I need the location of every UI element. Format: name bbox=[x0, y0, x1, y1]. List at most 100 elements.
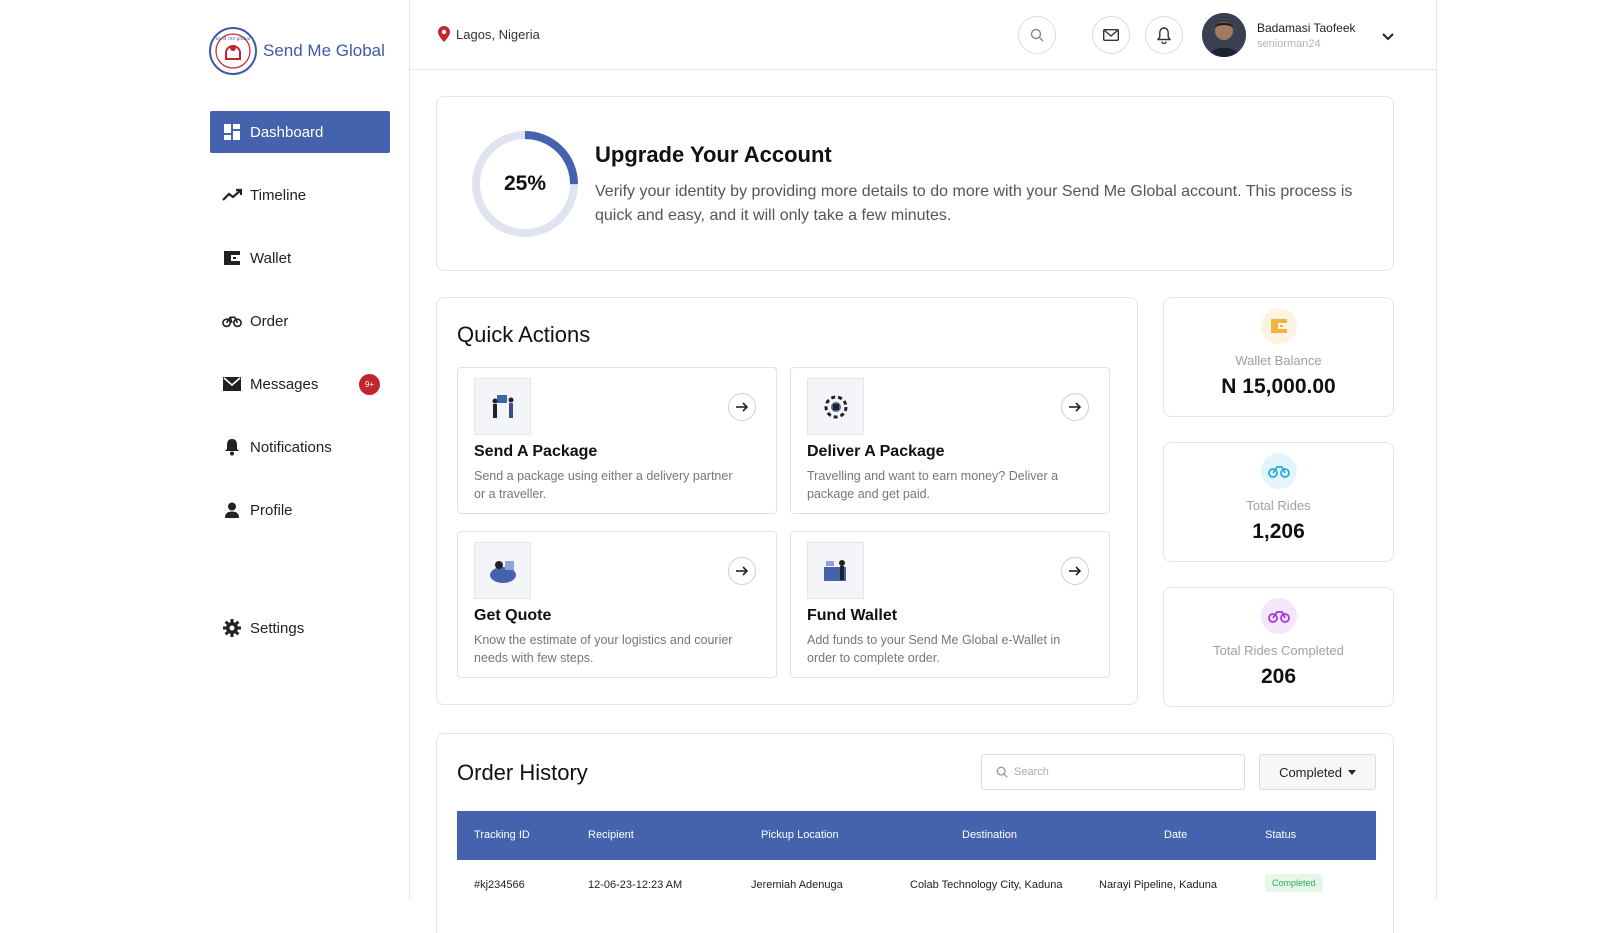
location-pin-icon bbox=[438, 26, 450, 42]
stat-card-total-rides: Total Rides 1,206 bbox=[1163, 442, 1394, 562]
table-row[interactable]: #kj234566 12-06-23-12:23 AM Jeremiah Ade… bbox=[457, 860, 1376, 910]
stat-card-wallet-balance: Wallet Balance N 15,000.00 bbox=[1163, 297, 1394, 417]
brand-logo[interactable]: send me global Send Me Global bbox=[209, 27, 385, 75]
cell-recipient: 12-06-23-12:23 AM bbox=[588, 879, 683, 891]
sidebar-item-messages[interactable]: Messages 9+ bbox=[210, 363, 390, 405]
get-quote-illustration-icon bbox=[474, 542, 531, 599]
fund-wallet-arrow-icon[interactable] bbox=[1061, 557, 1089, 585]
user-menu[interactable]: Badamasi Taofeek seniorman24 bbox=[1202, 13, 1356, 57]
sidebar-item-label: Wallet bbox=[250, 249, 292, 267]
sidebar-item-label: Order bbox=[250, 312, 289, 330]
quick-actions-title: Quick Actions bbox=[457, 322, 591, 347]
search-icon bbox=[1030, 28, 1044, 42]
action-title: Get Quote bbox=[474, 607, 552, 624]
cell-tracking-id: #kj234566 bbox=[474, 879, 525, 891]
user-menu-toggle[interactable] bbox=[1382, 28, 1394, 46]
avatar bbox=[1202, 13, 1246, 57]
action-description: Know the estimate of your logistics and … bbox=[474, 633, 733, 665]
wallet-icon bbox=[1261, 308, 1297, 344]
upgrade-description: Verify your identity by providing more d… bbox=[595, 183, 1353, 224]
mail-icon bbox=[1103, 29, 1119, 41]
get-quote-arrow-icon[interactable] bbox=[728, 557, 756, 585]
person-icon bbox=[222, 500, 242, 520]
location-indicator[interactable]: Lagos, Nigeria bbox=[438, 26, 540, 42]
bell-icon bbox=[222, 437, 242, 457]
progress-label: 25% bbox=[503, 172, 547, 195]
sidebar-item-label: Notifications bbox=[250, 438, 332, 456]
sidebar-item-settings[interactable]: Settings bbox=[210, 607, 390, 649]
action-card-get-quote[interactable]: Get Quote Know the estimate of your logi… bbox=[457, 531, 777, 678]
column-header[interactable]: Tracking ID bbox=[474, 829, 530, 841]
status-badge: Completed bbox=[1265, 874, 1323, 892]
stat-value: 1,206 bbox=[1252, 520, 1305, 543]
send-package-illustration-icon bbox=[474, 378, 531, 435]
search-icon bbox=[996, 766, 1008, 778]
stat-label: Total Rides bbox=[1246, 498, 1311, 513]
caret-down-icon bbox=[1347, 769, 1356, 775]
search-button[interactable] bbox=[1018, 16, 1056, 54]
action-card-deliver-package[interactable]: Deliver A Package Travelling and want to… bbox=[790, 367, 1110, 514]
column-header[interactable]: Destination bbox=[962, 829, 1017, 841]
logo-mark-icon: send me global bbox=[209, 27, 257, 75]
action-description: Add funds to your Send Me Global e-Walle… bbox=[807, 633, 1061, 665]
stat-value: 206 bbox=[1260, 665, 1297, 688]
column-header[interactable]: Recipient bbox=[588, 829, 634, 841]
action-description: Travelling and want to earn money? Deliv… bbox=[807, 469, 1059, 501]
dashboard-icon bbox=[222, 122, 242, 142]
progress-ring: 25% bbox=[471, 130, 579, 238]
wallet-icon bbox=[222, 248, 242, 268]
sidebar-item-timeline[interactable]: Timeline bbox=[210, 174, 390, 216]
cell-date: Narayi Pipeline, Kaduna bbox=[1099, 879, 1218, 891]
sidebar-item-dashboard[interactable]: Dashboard bbox=[210, 111, 390, 153]
column-header[interactable]: Pickup Location bbox=[761, 829, 839, 841]
fund-wallet-illustration-icon bbox=[807, 542, 864, 599]
upgrade-title: Upgrade Your Account bbox=[595, 142, 832, 167]
status-filter-value: Completed bbox=[1279, 764, 1342, 780]
user-name: Badamasi Taofeek bbox=[1257, 20, 1356, 35]
deliver-package-arrow-icon[interactable] bbox=[1061, 393, 1089, 421]
messages-badge: 9+ bbox=[359, 374, 380, 395]
sidebar: send me global Send Me Global Dashboard … bbox=[0, 0, 410, 900]
content-right-border bbox=[1436, 0, 1437, 900]
order-history-title: Order History bbox=[457, 760, 588, 785]
sidebar-item-label: Dashboard bbox=[250, 123, 324, 141]
app-frame: send me global Send Me Global Dashboard … bbox=[0, 0, 1600, 933]
bicycle-icon bbox=[1261, 453, 1297, 489]
quick-actions-panel: Quick Actions Send A Package Send a pack… bbox=[436, 297, 1138, 705]
trend-icon bbox=[222, 185, 242, 205]
user-handle: seniorman24 bbox=[1257, 37, 1321, 50]
sidebar-nav: Dashboard Timeline Wallet Order Messages… bbox=[210, 111, 390, 552]
location-text: Lagos, Nigeria bbox=[456, 26, 540, 42]
bell-icon bbox=[1157, 26, 1171, 44]
stat-label: Wallet Balance bbox=[1235, 353, 1322, 368]
user-meta: Badamasi Taofeek seniorman24 bbox=[1257, 21, 1356, 50]
brand-name: Send Me Global bbox=[263, 41, 385, 60]
sidebar-item-order[interactable]: Order bbox=[210, 300, 390, 342]
sidebar-item-profile[interactable]: Profile bbox=[210, 489, 390, 531]
order-search-input[interactable]: Search bbox=[981, 754, 1245, 790]
search-placeholder: Search bbox=[1014, 766, 1049, 778]
sidebar-item-label: Settings bbox=[250, 619, 305, 637]
stat-card-total-rides-completed: Total Rides Completed 206 bbox=[1163, 587, 1394, 707]
send-package-arrow-icon[interactable] bbox=[728, 393, 756, 421]
stat-label: Total Rides Completed bbox=[1213, 643, 1344, 658]
status-filter-select[interactable]: Completed bbox=[1259, 754, 1376, 790]
action-title: Send A Package bbox=[474, 443, 598, 460]
notifications-button[interactable] bbox=[1145, 16, 1183, 54]
settings-area: Settings bbox=[210, 607, 390, 670]
messages-button[interactable] bbox=[1092, 16, 1130, 54]
cell-pickup: Jeremiah Adenuga bbox=[751, 879, 843, 891]
bicycle-icon bbox=[222, 311, 242, 331]
sidebar-item-notifications[interactable]: Notifications bbox=[210, 426, 390, 468]
action-card-send-package[interactable]: Send A Package Send a package using eith… bbox=[457, 367, 777, 514]
column-header[interactable]: Status bbox=[1265, 829, 1296, 841]
sidebar-item-wallet[interactable]: Wallet bbox=[210, 237, 390, 279]
upgrade-account-card[interactable]: 25% Upgrade Your Account Verify your ide… bbox=[436, 96, 1394, 271]
topbar: Lagos, Nigeria Badamasi Taofeek seniorma… bbox=[410, 0, 1437, 70]
column-header[interactable]: Date bbox=[1164, 829, 1187, 841]
action-title: Deliver A Package bbox=[807, 443, 945, 460]
sidebar-item-label: Messages bbox=[250, 375, 319, 393]
action-card-fund-wallet[interactable]: Fund Wallet Add funds to your Send Me Gl… bbox=[790, 531, 1110, 678]
order-history-panel: Order History Search Completed Tracking … bbox=[436, 733, 1394, 933]
action-description: Send a package using either a delivery p… bbox=[474, 469, 733, 501]
